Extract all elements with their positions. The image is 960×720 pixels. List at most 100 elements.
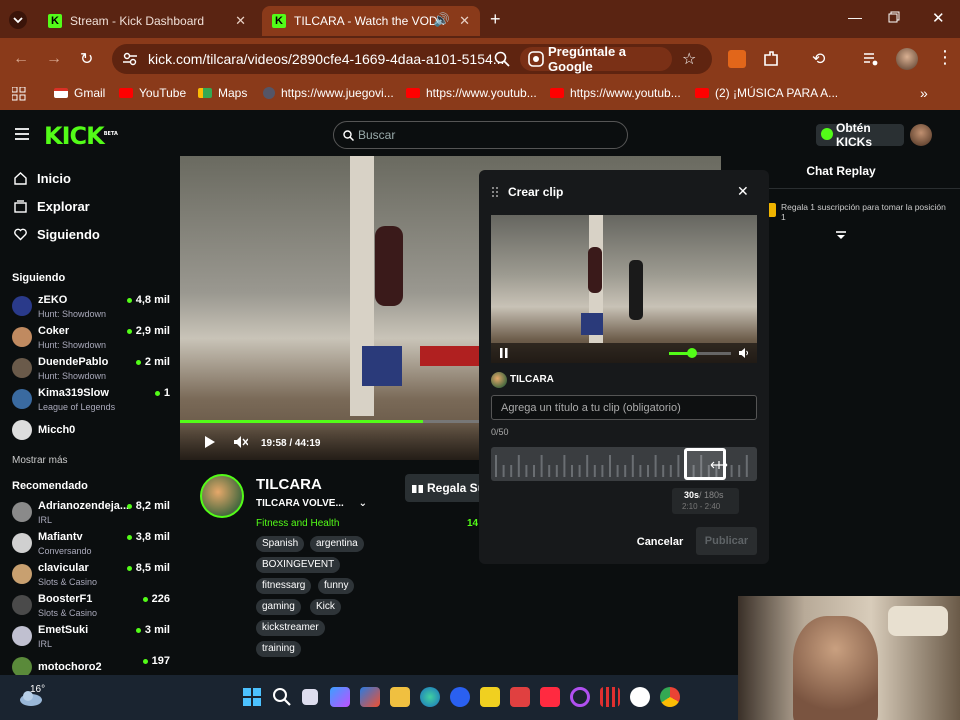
file-explorer-icon[interactable] — [390, 687, 410, 707]
chat-gift-message[interactable]: Regala 1 suscripción para tomar la posic… — [781, 202, 951, 222]
channel-item[interactable]: BoosterF1 Slots & Casino 226 — [12, 593, 170, 623]
play-icon[interactable] — [205, 436, 215, 448]
zoom-icon[interactable] — [450, 687, 470, 707]
expand-leaderboard-icon[interactable] — [835, 231, 847, 241]
clip-preview-player[interactable] — [491, 215, 757, 363]
tag-chip[interactable]: argentina — [310, 536, 364, 552]
history-icon[interactable]: ⟲ — [812, 49, 825, 69]
hamburger-menu-icon[interactable] — [15, 128, 29, 140]
channel-item[interactable]: clavicular Slots & Casino 8,5 mil — [12, 562, 170, 592]
channel-item[interactable]: Coker Hunt: Showdown 2,9 mil — [12, 325, 170, 355]
bookmark-youtube-3[interactable]: https://www.youtub... — [550, 86, 681, 100]
gift-sub-button[interactable]: Regala Su — [405, 474, 485, 502]
bookmark-juegovi[interactable]: https://www.juegovi... — [263, 86, 394, 100]
channel-item[interactable]: Adrianozendeja... IRL 8,2 mil — [12, 500, 170, 530]
speaker-icon[interactable]: 🔊 — [434, 12, 450, 28]
bookmark-star-icon[interactable]: ☆ — [682, 49, 696, 69]
app-bars-icon[interactable] — [600, 687, 620, 707]
app-circle-icon[interactable] — [570, 687, 590, 707]
bookmark-musica[interactable]: (2) ¡MÚSICA PARA A... — [695, 86, 838, 100]
pause-icon[interactable] — [500, 348, 508, 358]
profile-avatar[interactable] — [896, 48, 918, 70]
zoom-search-icon[interactable] — [494, 51, 510, 67]
volume-thumb[interactable] — [687, 348, 697, 358]
tag-chip[interactable]: Spanish — [256, 536, 305, 552]
restore-icon[interactable] — [888, 11, 900, 23]
copilot-icon[interactable] — [330, 687, 350, 707]
metamask-extension-icon[interactable] — [728, 50, 746, 68]
app-red-icon[interactable] — [510, 687, 530, 707]
edge-icon[interactable] — [420, 687, 440, 707]
chevron-down-icon[interactable]: ⌄ — [359, 498, 367, 509]
volume-icon[interactable] — [739, 348, 749, 358]
back-icon[interactable]: ← — [13, 50, 29, 68]
category-link[interactable]: Fitness and Health — [256, 518, 339, 529]
channel-item[interactable]: DuendePablo Hunt: Showdown 2 mil — [12, 356, 170, 386]
clip-title-input[interactable] — [491, 395, 757, 420]
publish-button[interactable]: Publicar — [696, 527, 757, 555]
tag-chip[interactable]: fitnessarg — [256, 578, 312, 594]
resize-handle-icon[interactable] — [710, 461, 728, 469]
tab-tilcara-vod[interactable]: K TILCARA - Watch the VOD c 🔊 ✕ — [262, 6, 480, 36]
tag-chip[interactable]: gaming — [256, 599, 301, 615]
nav-explorar[interactable]: Explorar — [14, 199, 90, 214]
bookmark-maps[interactable]: Maps — [198, 86, 247, 100]
tag-chip[interactable]: BOXINGEVENT — [256, 557, 341, 573]
search-icon[interactable] — [272, 687, 292, 707]
forward-icon[interactable]: → — [46, 50, 62, 68]
apps-grid-icon[interactable] — [12, 87, 26, 101]
user-avatar[interactable] — [910, 124, 932, 146]
ask-google-label: Pregúntale a Google — [548, 44, 627, 74]
wps-icon[interactable] — [540, 687, 560, 707]
bookmark-youtube-2[interactable]: https://www.youtub... — [406, 86, 537, 100]
volume-slider[interactable] — [669, 348, 731, 358]
cancel-button[interactable]: Cancelar — [634, 529, 686, 555]
tag-chip[interactable]: funny — [318, 578, 355, 594]
reload-icon[interactable]: ↻ — [80, 49, 93, 69]
browser-menu-icon[interactable]: ⋮ — [936, 47, 954, 68]
clip-timeline[interactable] — [491, 447, 757, 481]
channel-item[interactable]: Kima319Slow League of Legends 1 — [12, 387, 170, 417]
tag-chip[interactable]: Kick — [310, 599, 341, 615]
windows-start-icon[interactable] — [242, 687, 262, 707]
get-kicks-button[interactable]: Obtén KICKs — [816, 121, 904, 149]
bookmark-youtube[interactable]: YouTube — [119, 86, 186, 100]
search-input[interactable]: Buscar — [333, 121, 628, 149]
extensions-icon[interactable] — [762, 50, 780, 68]
channel-item[interactable]: Mafiantv Conversando 3,8 mil — [12, 531, 170, 561]
tag-chip[interactable]: kickstreamer — [256, 620, 325, 636]
close-icon[interactable]: ✕ — [737, 183, 749, 200]
obs-icon[interactable] — [630, 687, 650, 707]
close-window-icon[interactable]: ✕ — [932, 9, 945, 27]
mute-icon[interactable] — [234, 436, 248, 448]
tag-chip[interactable]: training — [256, 641, 301, 657]
bookmark-gmail[interactable]: Gmail — [54, 86, 105, 100]
heart-icon — [14, 228, 27, 241]
channel-name[interactable]: TILCARA — [256, 476, 322, 493]
new-tab-icon[interactable]: + — [490, 9, 501, 30]
show-more-link[interactable]: Mostrar más — [12, 455, 68, 466]
channel-item[interactable]: zEKO Hunt: Showdown 4,8 mil — [12, 294, 170, 324]
kick-logo[interactable]: KICKBETA — [44, 122, 118, 150]
nav-siguiendo[interactable]: Siguiendo — [14, 227, 100, 242]
more-bookmarks-icon[interactable]: » — [920, 85, 928, 101]
store-icon[interactable] — [360, 687, 380, 707]
ask-google-button[interactable]: Pregúntale a Google — [520, 44, 672, 74]
nav-inicio[interactable]: Inicio — [14, 171, 71, 186]
chrome-icon[interactable] — [660, 687, 680, 707]
channel-avatar[interactable] — [200, 474, 244, 518]
media-control-icon[interactable] — [862, 50, 880, 68]
minimize-icon[interactable]: — — [848, 9, 862, 25]
drag-handle-icon[interactable] — [492, 187, 498, 197]
tab-kick-dashboard[interactable]: K Stream - Kick Dashboard ✕ — [38, 6, 256, 36]
tab-search-dropdown-icon[interactable] — [8, 10, 28, 30]
channel-item[interactable]: Micch0 — [12, 418, 170, 448]
channel-item[interactable]: motochoro2 197 — [12, 655, 170, 675]
task-view-icon[interactable] — [302, 689, 318, 705]
close-tab-icon[interactable]: ✕ — [459, 13, 470, 29]
close-tab-icon[interactable]: ✕ — [235, 13, 246, 29]
game-app-icon[interactable] — [480, 687, 500, 707]
address-bar[interactable]: kick.com/tilcara/videos/2890cfe4-1669-4d… — [112, 44, 712, 74]
channel-item[interactable]: EmetSuki IRL 3 mil — [12, 624, 170, 654]
site-info-icon[interactable] — [122, 51, 138, 67]
